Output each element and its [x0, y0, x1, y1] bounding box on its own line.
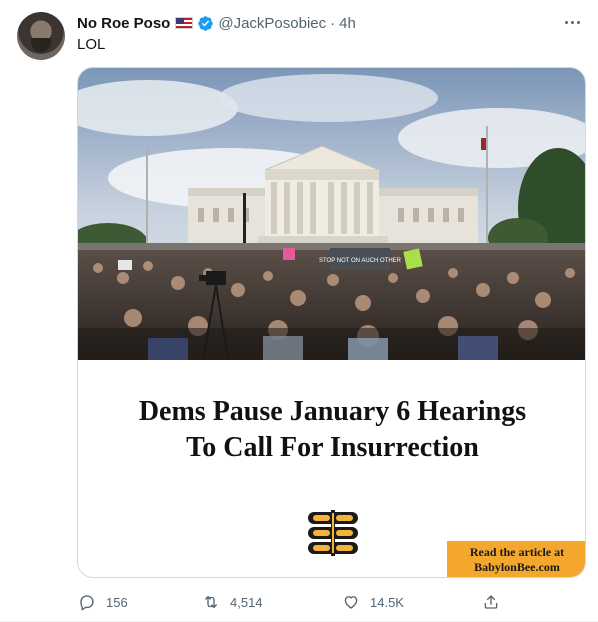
share-button[interactable] [472, 588, 510, 616]
like-button[interactable]: 14.5K [332, 588, 404, 616]
read-article-badge[interactable]: Read the article at BabylonBee.com [447, 541, 585, 577]
retweet-button[interactable]: 4,514 [192, 588, 263, 616]
reply-count: 156 [106, 594, 128, 610]
retweet-count: 4,514 [230, 594, 263, 610]
headline-line-2: To Call For Insurrection [186, 432, 479, 463]
reply-button[interactable]: 156 [68, 588, 128, 616]
protest-sign-text: STOP NOT ON AUCH OTHER [319, 258, 402, 264]
tweet[interactable]: No Roe Poso @JackPosobiec · 4h LOL STOP … [0, 0, 598, 622]
media-card[interactable]: STOP NOT ON AUCH OTHER Dems Pause Januar… [77, 67, 586, 578]
verified-badge-icon [197, 15, 214, 32]
babylon-bee-logo-icon [306, 508, 360, 558]
more-options-icon[interactable] [558, 10, 586, 34]
retweet-icon [205, 596, 217, 608]
protest-photo[interactable]: STOP NOT ON AUCH OTHER [78, 68, 585, 360]
author-name[interactable]: No Roe Poso [77, 15, 170, 32]
timestamp[interactable]: 4h [339, 15, 356, 32]
cta-line-1: Read the article at [469, 545, 565, 559]
share-icon [484, 595, 498, 609]
headline-line-1: Dems Pause January 6 Hearings [138, 396, 527, 427]
tweet-header: No Roe Poso @JackPosobiec · 4h [77, 13, 356, 33]
author-handle[interactable]: @JackPosobiec [218, 15, 326, 32]
tweet-text: LOL [77, 36, 106, 53]
like-count: 14.5K [370, 594, 404, 610]
tweet-actions: 156 4,514 14.5K [68, 588, 508, 616]
us-flag-icon [175, 17, 194, 29]
separator-dot: · [330, 14, 336, 32]
article-headline: Dems Pause January 6 Hearings To Call Fo… [78, 394, 585, 466]
cta-line-2: BabylonBee.com [474, 560, 560, 574]
reply-icon [80, 595, 94, 611]
heart-icon [344, 596, 358, 609]
avatar[interactable] [17, 12, 65, 60]
